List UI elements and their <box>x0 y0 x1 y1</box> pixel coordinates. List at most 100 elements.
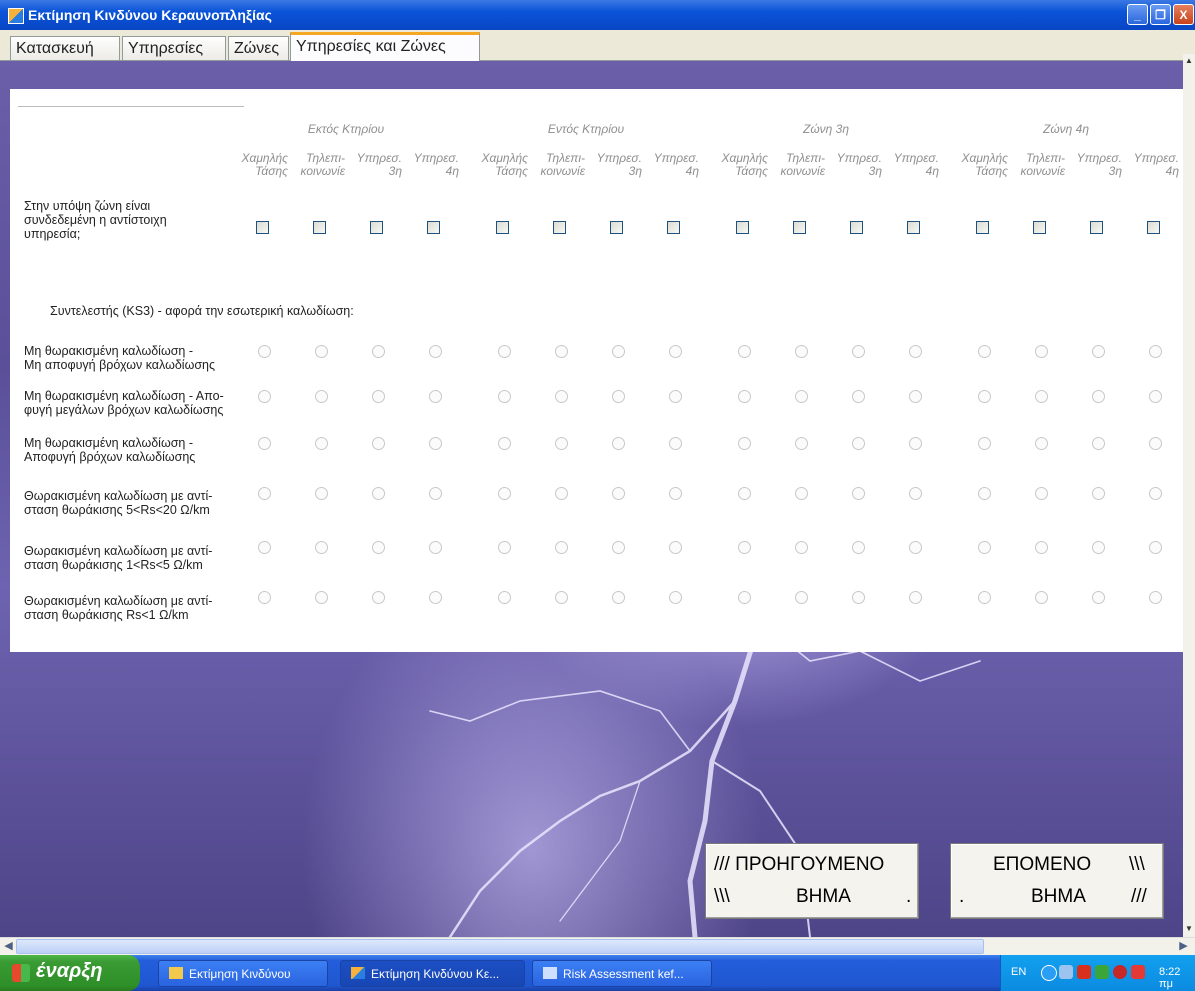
ks3-radio[interactable] <box>738 437 751 450</box>
previous-step-button[interactable]: /// ΠΡΟΗΓΟΥΜΕΝΟ \\\ ΒΗΜΑ . <box>705 843 919 919</box>
ks3-radio[interactable] <box>738 345 751 358</box>
ks3-radio[interactable] <box>852 390 865 403</box>
service-connected-checkbox[interactable] <box>1033 221 1046 234</box>
service-connected-checkbox[interactable] <box>610 221 623 234</box>
ks3-radio[interactable] <box>669 390 682 403</box>
tab-zones[interactable]: Ζώνες <box>228 36 289 60</box>
ks3-radio[interactable] <box>852 591 865 604</box>
ks3-radio[interactable] <box>1092 437 1105 450</box>
ks3-radio[interactable] <box>498 591 511 604</box>
service-connected-checkbox[interactable] <box>850 221 863 234</box>
scroll-right-icon[interactable]: ▶ <box>1176 939 1191 954</box>
taskbar-item-folder[interactable]: Εκτίμηση Κινδύνου <box>158 960 328 987</box>
horizontal-scrollbar[interactable]: ◀ ▶ <box>0 937 1195 956</box>
ks3-radio[interactable] <box>669 487 682 500</box>
ks3-radio[interactable] <box>1035 390 1048 403</box>
ks3-radio[interactable] <box>669 437 682 450</box>
start-button[interactable]: έναρξη <box>0 955 140 991</box>
restore-button[interactable]: ❐ <box>1150 4 1171 25</box>
ks3-radio[interactable] <box>1149 437 1162 450</box>
ks3-radio[interactable] <box>612 437 625 450</box>
ks3-radio[interactable] <box>795 345 808 358</box>
ks3-radio[interactable] <box>1149 390 1162 403</box>
ks3-radio[interactable] <box>555 345 568 358</box>
ks3-radio[interactable] <box>795 487 808 500</box>
ks3-radio[interactable] <box>612 591 625 604</box>
taskbar-item-document[interactable]: Risk Assessment kef... <box>532 960 712 987</box>
ks3-radio[interactable] <box>612 487 625 500</box>
title-bar[interactable]: Εκτίμηση Κινδύνου Κεραυνοπληξίας _ ❐ X <box>0 0 1195 30</box>
ks3-radio[interactable] <box>429 437 442 450</box>
ks3-radio[interactable] <box>978 487 991 500</box>
ks3-radio[interactable] <box>1092 487 1105 500</box>
ks3-radio[interactable] <box>978 390 991 403</box>
scroll-down-icon[interactable]: ▼ <box>1184 922 1194 936</box>
tab-ypiresies-zones[interactable]: Υπηρεσίες και Ζώνες <box>290 32 480 61</box>
ks3-radio[interactable] <box>315 591 328 604</box>
ks3-radio[interactable] <box>738 591 751 604</box>
ks3-radio[interactable] <box>1092 591 1105 604</box>
ks3-radio[interactable] <box>315 390 328 403</box>
service-connected-checkbox[interactable] <box>256 221 269 234</box>
ks3-radio[interactable] <box>738 487 751 500</box>
ks3-radio[interactable] <box>1035 437 1048 450</box>
ks3-radio[interactable] <box>909 541 922 554</box>
ks3-radio[interactable] <box>669 345 682 358</box>
ks3-radio[interactable] <box>669 591 682 604</box>
ks3-radio[interactable] <box>498 390 511 403</box>
zonealarm-icon[interactable] <box>1077 965 1091 979</box>
scroll-up-icon[interactable]: ▲ <box>1184 54 1194 68</box>
ks3-radio[interactable] <box>795 437 808 450</box>
security-alert-icon[interactable] <box>1131 965 1145 979</box>
ks3-radio[interactable] <box>1149 591 1162 604</box>
ks3-radio[interactable] <box>429 541 442 554</box>
ks3-radio[interactable] <box>258 345 271 358</box>
ks3-radio[interactable] <box>315 541 328 554</box>
ks3-radio[interactable] <box>795 591 808 604</box>
horizontal-scroll-thumb[interactable] <box>16 939 984 954</box>
ks3-radio[interactable] <box>1149 345 1162 358</box>
ks3-radio[interactable] <box>315 487 328 500</box>
ks3-radio[interactable] <box>258 390 271 403</box>
service-connected-checkbox[interactable] <box>667 221 680 234</box>
ks3-radio[interactable] <box>555 487 568 500</box>
ks3-radio[interactable] <box>795 541 808 554</box>
ks3-radio[interactable] <box>372 591 385 604</box>
language-indicator[interactable]: EN <box>1011 966 1026 978</box>
shield-icon[interactable] <box>1113 965 1127 979</box>
ks3-radio[interactable] <box>852 437 865 450</box>
ks3-radio[interactable] <box>555 591 568 604</box>
ks3-radio[interactable] <box>738 541 751 554</box>
ks3-radio[interactable] <box>258 437 271 450</box>
ks3-radio[interactable] <box>372 390 385 403</box>
ks3-radio[interactable] <box>1149 541 1162 554</box>
service-connected-checkbox[interactable] <box>370 221 383 234</box>
next-step-button[interactable]: ΕΠΟΜΕΝΟ \\\ . ΒΗΜΑ /// <box>950 843 1164 919</box>
close-button[interactable]: X <box>1173 4 1194 25</box>
ks3-radio[interactable] <box>372 437 385 450</box>
service-connected-checkbox[interactable] <box>496 221 509 234</box>
service-connected-checkbox[interactable] <box>1147 221 1160 234</box>
ks3-radio[interactable] <box>909 437 922 450</box>
ks3-radio[interactable] <box>429 390 442 403</box>
ks3-radio[interactable] <box>555 390 568 403</box>
service-connected-checkbox[interactable] <box>1090 221 1103 234</box>
ks3-radio[interactable] <box>1035 591 1048 604</box>
ks3-radio[interactable] <box>498 345 511 358</box>
ks3-radio[interactable] <box>909 345 922 358</box>
ks3-radio[interactable] <box>1092 345 1105 358</box>
ks3-radio[interactable] <box>258 541 271 554</box>
update-icon[interactable] <box>1095 965 1109 979</box>
service-connected-checkbox[interactable] <box>736 221 749 234</box>
ks3-radio[interactable] <box>909 390 922 403</box>
ks3-radio[interactable] <box>738 390 751 403</box>
ks3-radio[interactable] <box>1092 541 1105 554</box>
ks3-radio[interactable] <box>669 541 682 554</box>
ks3-radio[interactable] <box>1035 487 1048 500</box>
ks3-radio[interactable] <box>978 437 991 450</box>
ks3-radio[interactable] <box>852 487 865 500</box>
scroll-left-icon[interactable]: ◀ <box>1 939 16 954</box>
ks3-radio[interactable] <box>1092 390 1105 403</box>
ks3-radio[interactable] <box>1035 541 1048 554</box>
ks3-radio[interactable] <box>795 390 808 403</box>
